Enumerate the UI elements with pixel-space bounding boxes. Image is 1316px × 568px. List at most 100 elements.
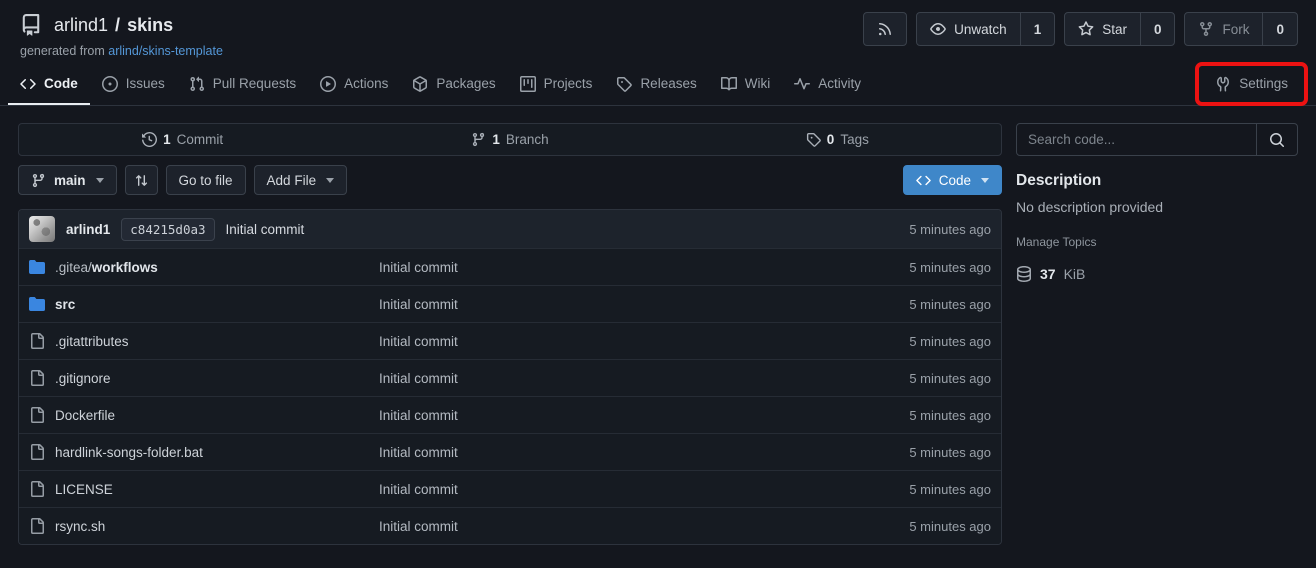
star-label: Star bbox=[1102, 22, 1127, 37]
play-circle-icon bbox=[320, 76, 336, 92]
tab-projects[interactable]: Projects bbox=[508, 62, 605, 105]
table-row: .gitignore Initial commit 5 minutes ago bbox=[19, 359, 1001, 396]
tags-count: 0 bbox=[827, 132, 835, 147]
forks-count[interactable]: 0 bbox=[1262, 13, 1297, 45]
table-row: .gitea/workflows Initial commit 5 minute… bbox=[19, 248, 1001, 285]
tab-settings[interactable]: Settings bbox=[1203, 66, 1300, 102]
commit-hash-badge[interactable]: c84215d0a3 bbox=[121, 218, 214, 241]
chevron-down-icon bbox=[326, 178, 334, 183]
commit-message-link[interactable]: Initial commit bbox=[379, 482, 458, 497]
branch-selector[interactable]: main bbox=[18, 165, 117, 195]
tab-releases[interactable]: Releases bbox=[604, 62, 708, 105]
file-link[interactable]: .gitea/workflows bbox=[55, 260, 158, 275]
tools-icon bbox=[1215, 76, 1231, 92]
repo-stats-bar: 1 Commit 1 Branch 0 Tags bbox=[18, 123, 1002, 156]
fork-button[interactable]: Fork bbox=[1185, 13, 1262, 45]
add-file-label: Add File bbox=[267, 173, 317, 188]
code-toolbar: main Go to file Add File Code bbox=[18, 165, 1002, 195]
current-branch-label: main bbox=[54, 173, 86, 188]
tab-label: Settings bbox=[1239, 76, 1288, 91]
git-branch-icon bbox=[31, 173, 46, 188]
tag-icon bbox=[616, 76, 632, 92]
tab-label: Code bbox=[44, 76, 78, 91]
unwatch-button[interactable]: Unwatch bbox=[917, 13, 1020, 45]
file-link[interactable]: rsync.sh bbox=[55, 519, 105, 534]
file-time: 5 minutes ago bbox=[841, 408, 991, 423]
tab-label: Pull Requests bbox=[213, 76, 296, 91]
go-to-file-button[interactable]: Go to file bbox=[166, 165, 246, 195]
star-button[interactable]: Star bbox=[1065, 13, 1140, 45]
code-clone-button[interactable]: Code bbox=[903, 165, 1002, 195]
fork-label: Fork bbox=[1222, 22, 1249, 37]
tab-actions[interactable]: Actions bbox=[308, 62, 400, 105]
compare-button[interactable] bbox=[125, 165, 158, 195]
search-input[interactable] bbox=[1017, 124, 1256, 155]
file-link[interactable]: .gitattributes bbox=[55, 334, 129, 349]
commit-message-link[interactable]: Initial commit bbox=[379, 334, 458, 349]
commit-message-link[interactable]: Initial commit bbox=[226, 222, 305, 237]
tab-label: Wiki bbox=[745, 76, 771, 91]
commits-label: Commit bbox=[177, 132, 224, 147]
commits-stat[interactable]: 1 Commit bbox=[19, 124, 346, 155]
pulse-icon bbox=[794, 76, 810, 92]
avatar[interactable] bbox=[29, 216, 55, 242]
tab-pull-requests[interactable]: Pull Requests bbox=[177, 62, 308, 105]
file-link[interactable]: .gitignore bbox=[55, 371, 111, 386]
commit-author-link[interactable]: arlind1 bbox=[66, 222, 110, 237]
rss-icon bbox=[877, 21, 893, 37]
book-icon bbox=[721, 76, 737, 92]
watchers-count[interactable]: 1 bbox=[1020, 13, 1055, 45]
template-repo-link[interactable]: arlind/skins-template bbox=[108, 44, 223, 58]
commit-message-link[interactable]: Initial commit bbox=[379, 371, 458, 386]
tags-stat[interactable]: 0 Tags bbox=[674, 124, 1001, 155]
code-button-label: Code bbox=[939, 173, 971, 188]
rss-button[interactable] bbox=[863, 12, 907, 46]
code-icon bbox=[20, 76, 36, 92]
commit-message-link[interactable]: Initial commit bbox=[379, 297, 458, 312]
folder-icon bbox=[29, 259, 45, 275]
tab-activity[interactable]: Activity bbox=[782, 62, 873, 105]
repo-main: 1 Commit 1 Branch 0 Tags main bbox=[0, 106, 1316, 545]
repo-owner-link[interactable]: arlind1 bbox=[54, 15, 108, 36]
tab-label: Releases bbox=[640, 76, 696, 91]
tab-packages[interactable]: Packages bbox=[400, 62, 507, 105]
commit-message-link[interactable]: Initial commit bbox=[379, 408, 458, 423]
commit-message-link[interactable]: Initial commit bbox=[379, 445, 458, 460]
tab-label: Issues bbox=[126, 76, 165, 91]
search-button[interactable] bbox=[1256, 124, 1297, 155]
tab-code[interactable]: Code bbox=[8, 62, 90, 105]
unwatch-label: Unwatch bbox=[954, 22, 1007, 37]
file-link[interactable]: LICENSE bbox=[55, 482, 113, 497]
code-icon bbox=[916, 173, 931, 188]
issue-opened-icon bbox=[102, 76, 118, 92]
file-link[interactable]: src bbox=[55, 297, 75, 312]
database-icon bbox=[1016, 266, 1032, 282]
file-link[interactable]: hardlink-songs-folder.bat bbox=[55, 445, 203, 460]
manage-topics-link[interactable]: Manage Topics bbox=[1016, 235, 1097, 249]
git-pull-request-icon bbox=[189, 76, 205, 92]
watch-button-group: Unwatch 1 bbox=[916, 12, 1055, 46]
stars-count[interactable]: 0 bbox=[1140, 13, 1175, 45]
file-icon bbox=[29, 333, 45, 349]
git-compare-icon bbox=[134, 173, 149, 188]
settings-highlight-annotation: Settings bbox=[1195, 62, 1308, 106]
tags-label: Tags bbox=[840, 132, 869, 147]
add-file-button[interactable]: Add File bbox=[254, 165, 348, 195]
branches-label: Branch bbox=[506, 132, 549, 147]
file-time: 5 minutes ago bbox=[841, 371, 991, 386]
file-link[interactable]: Dockerfile bbox=[55, 408, 115, 423]
repo-header: arlind1 / skins generated from arlind/sk… bbox=[0, 0, 1316, 58]
description-text: No description provided bbox=[1016, 199, 1298, 215]
page-title: arlind1 / skins bbox=[54, 15, 173, 36]
history-icon bbox=[142, 132, 157, 147]
go-to-file-label: Go to file bbox=[179, 173, 233, 188]
branches-stat[interactable]: 1 Branch bbox=[346, 124, 673, 155]
tab-issues[interactable]: Issues bbox=[90, 62, 177, 105]
repo-name-link[interactable]: skins bbox=[127, 15, 173, 36]
commit-message-link[interactable]: Initial commit bbox=[379, 260, 458, 275]
rss-button-inner[interactable] bbox=[864, 13, 906, 45]
table-row: rsync.sh Initial commit 5 minutes ago bbox=[19, 507, 1001, 544]
commit-message-link[interactable]: Initial commit bbox=[379, 519, 458, 534]
file-time: 5 minutes ago bbox=[841, 260, 991, 275]
tab-wiki[interactable]: Wiki bbox=[709, 62, 783, 105]
